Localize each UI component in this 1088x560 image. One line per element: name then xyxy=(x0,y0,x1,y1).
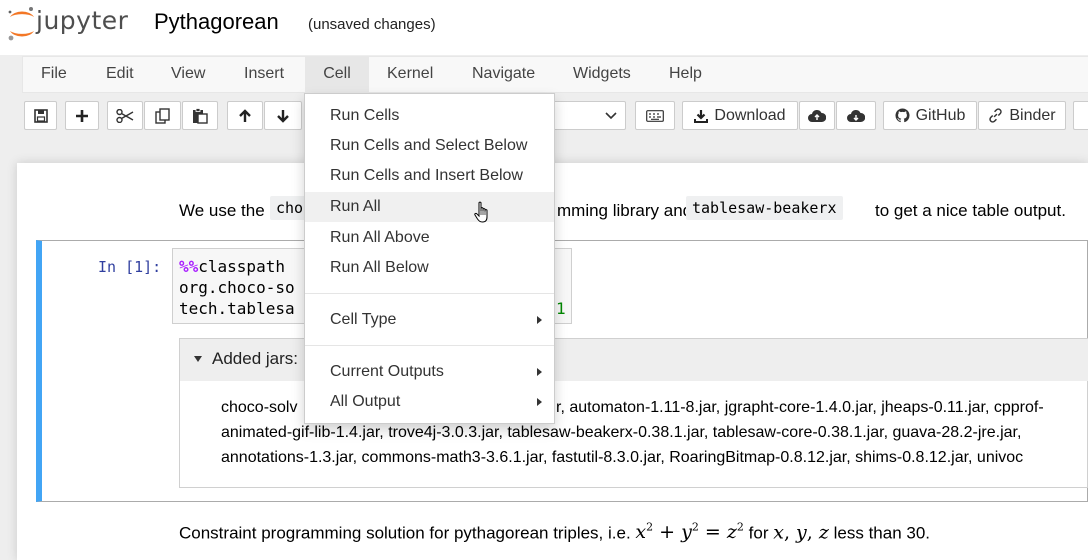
command-palette-button[interactable] xyxy=(635,101,675,130)
hand-cursor-icon xyxy=(474,201,492,230)
plus-icon xyxy=(76,109,88,122)
intro-mid: mming library and xyxy=(557,201,693,220)
menu-item-all-output[interactable]: All Output xyxy=(305,387,554,417)
arrow-down-icon xyxy=(277,109,289,123)
menu-view[interactable]: View xyxy=(171,56,205,93)
binder-label: Binder xyxy=(1009,106,1056,124)
arrow-up-icon xyxy=(239,108,251,122)
github-label: GitHub xyxy=(915,106,966,124)
link-icon xyxy=(989,108,1003,123)
paste-icon xyxy=(193,107,208,124)
paste-button[interactable] xyxy=(182,101,218,130)
menu-cell[interactable]: Cell xyxy=(305,56,369,93)
menu-help[interactable]: Help xyxy=(669,56,702,93)
menu-divider xyxy=(305,293,554,294)
collapse-caret-icon xyxy=(194,356,202,362)
added-jars-label: Added jars: xyxy=(212,349,298,368)
cloud-upload-button[interactable] xyxy=(799,101,835,130)
menu-item-run-all-below[interactable]: Run All Below xyxy=(305,253,554,283)
jar-line-3: annotations-1.3.jar, commons-math3-3.6.1… xyxy=(221,449,1024,466)
insert-cell-button[interactable] xyxy=(65,101,99,130)
jar-line-1a: choco-solv xyxy=(221,399,298,416)
binder-button[interactable]: Binder xyxy=(978,101,1066,130)
download-icon xyxy=(694,109,709,123)
menu-item-cell-type[interactable]: Cell Type xyxy=(305,305,554,335)
download-button[interactable]: Download xyxy=(682,101,798,130)
intro-pre: We use the xyxy=(179,201,265,220)
save-icon xyxy=(33,108,48,123)
notebook-title[interactable]: Pythagorean xyxy=(154,9,279,35)
copy-icon xyxy=(154,107,170,124)
cloud-download-icon xyxy=(847,109,865,122)
jar-line-1b: r, automaton-1.11-8.jar, jgrapht-core-1.… xyxy=(556,399,1044,416)
save-button[interactable] xyxy=(24,101,57,130)
menu-kernel[interactable]: Kernel xyxy=(387,56,433,93)
pythagorean-formula: x2 + y2 = z2 xyxy=(635,521,744,544)
menu-item-run-cells[interactable]: Run Cells xyxy=(305,101,554,131)
intro-post: to get a nice table output. xyxy=(875,201,1066,220)
jar-line-2: animated-gif-lib-1.4.jar, trove4j-3.0.3.… xyxy=(221,424,1022,441)
submenu-caret-icon xyxy=(537,398,542,406)
cloud-upload-icon xyxy=(808,109,826,122)
code-line-3: tech.tablesa xyxy=(179,299,295,318)
menu-item-run-all-above[interactable]: Run All Above xyxy=(305,223,554,253)
logo-text: jupyter xyxy=(36,6,129,35)
menu-item-current-outputs[interactable]: Current Outputs xyxy=(305,357,554,387)
github-icon xyxy=(895,108,910,123)
menu-edit[interactable]: Edit xyxy=(106,56,134,93)
cell-menu-dropdown: Run Cells Run Cells and Select Below Run… xyxy=(304,93,555,424)
input-prompt: In [1]: xyxy=(98,258,162,276)
toolbar-overflow-button[interactable] xyxy=(1073,101,1088,130)
menu-widgets[interactable]: Widgets xyxy=(573,56,631,93)
menu-insert[interactable]: Insert xyxy=(244,56,284,93)
github-button[interactable]: GitHub xyxy=(883,101,977,130)
code-line-3-tail: 1 xyxy=(556,299,566,318)
download-label: Download xyxy=(714,106,786,124)
cloud-download-button[interactable] xyxy=(836,101,876,130)
cut-button[interactable] xyxy=(107,101,143,130)
move-down-button[interactable] xyxy=(264,101,302,130)
jupyter-logo-icon[interactable] xyxy=(4,4,38,42)
menu-navigate[interactable]: Navigate xyxy=(472,56,535,93)
menu-file[interactable]: File xyxy=(41,56,67,93)
constraint-text: Constraint programming solution for pyth… xyxy=(179,521,931,544)
menu-item-run-all[interactable]: Run All xyxy=(305,192,554,222)
move-up-button[interactable] xyxy=(227,101,263,130)
submenu-caret-icon xyxy=(537,316,542,324)
menu-item-run-cells-select-below[interactable]: Run Cells and Select Below xyxy=(305,131,554,161)
code-line-1: %%classpath xyxy=(179,257,285,276)
save-status: (unsaved changes) xyxy=(308,16,436,33)
chevron-down-icon xyxy=(605,111,617,119)
code-line-2: org.choco-so xyxy=(179,278,295,297)
menu-divider xyxy=(305,345,554,346)
intro-code-tablesaw: tablesaw-beakerx xyxy=(686,196,843,220)
submenu-caret-icon xyxy=(537,368,542,376)
menu-item-run-cells-insert-below[interactable]: Run Cells and Insert Below xyxy=(305,161,554,191)
keyboard-icon xyxy=(646,109,664,122)
scissors-icon xyxy=(116,108,134,123)
copy-button[interactable] xyxy=(144,101,181,130)
